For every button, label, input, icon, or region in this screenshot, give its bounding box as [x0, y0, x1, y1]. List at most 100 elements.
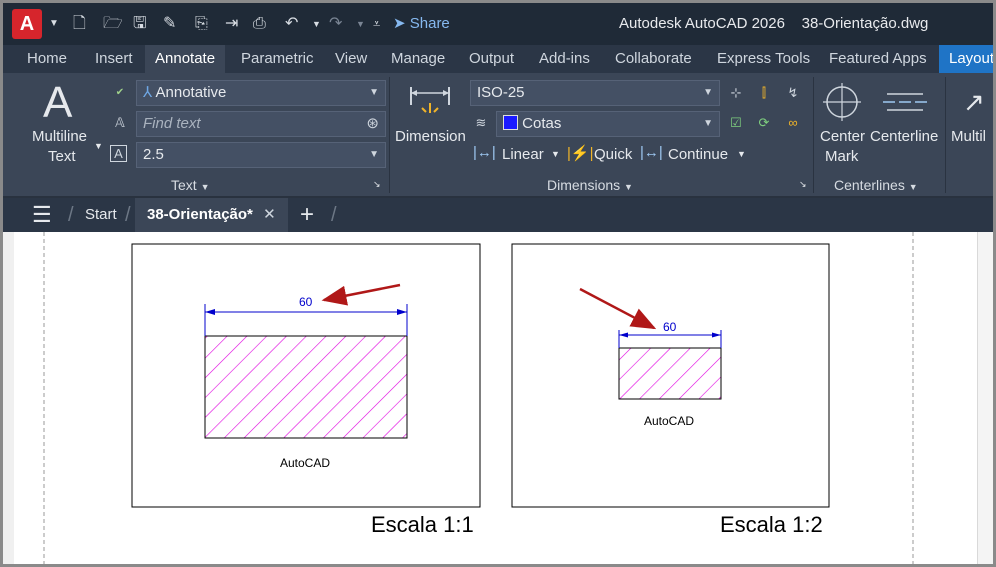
text-style-select[interactable]: ⅄ Annotative ▼ — [136, 80, 386, 106]
scale-caption-right: Escala 1:2 — [720, 512, 823, 537]
new-tab-plus-icon[interactable]: + — [300, 198, 314, 232]
new-file-icon[interactable]: 🗋 — [73, 14, 86, 34]
autocad-logo-button[interactable]: A — [12, 9, 42, 39]
multileader-icon: ↗ — [963, 87, 985, 117]
redo-dropdown-icon[interactable]: ▼ — [356, 14, 365, 34]
undo-dropdown-icon[interactable]: ▼ — [312, 14, 321, 34]
dimension-layer-select[interactable]: Cotas ▼ — [496, 111, 720, 137]
panel-expand-icon: ▼ — [624, 182, 633, 192]
share-button[interactable]: ➤ Share — [393, 14, 450, 34]
break-icon[interactable]: ⊹ — [726, 83, 746, 103]
share-drawing-icon[interactable]: ⎘ — [195, 14, 208, 34]
panel-divider — [813, 77, 814, 193]
close-icon[interactable]: ✕ — [263, 206, 276, 223]
ribbon-panel-area: A Multiline Text ▼ ✔ 𝔸 A ⅄ Annotative ▼ … — [3, 73, 993, 197]
drawing-text-right: AutoCAD — [644, 414, 695, 428]
tab-manage[interactable]: Manage — [391, 45, 445, 73]
drawing-text-left: AutoCAD — [280, 456, 331, 470]
tab-parametric[interactable]: Parametric — [241, 45, 314, 73]
center-mark-label-line1: Center — [820, 128, 866, 145]
tab-annotate[interactable]: Annotate — [145, 45, 226, 73]
customize-toolbar-icon[interactable]: ⩡ — [373, 14, 380, 34]
tab-view[interactable]: View — [335, 45, 367, 73]
panel-divider — [945, 77, 946, 193]
inspect-icon[interactable]: ☑ — [726, 113, 746, 133]
dimension-arrowhead — [397, 309, 407, 315]
red-pointer-arrow-left — [321, 283, 401, 306]
scale-caption-left: Escala 1:1 — [371, 512, 474, 537]
jogged-linear-icon[interactable]: ↯ — [783, 83, 803, 103]
layout-paper-sheet: 60 AutoCAD Escala 1:1 60 AutoCAD Escala … — [14, 232, 977, 564]
open-folder-icon[interactable]: 🗁 — [103, 14, 123, 34]
dimension-text-left: 60 — [299, 295, 313, 309]
save-as-icon[interactable]: ✎ — [163, 14, 176, 34]
hatched-rectangle-right — [618, 347, 722, 400]
file-tab-active[interactable]: 38-Orientação* ✕ — [135, 198, 288, 232]
dimension-style-select[interactable]: ISO-25 ▼ — [470, 80, 720, 106]
hamburger-menu-icon[interactable]: ☰ — [32, 198, 52, 232]
dimension-icon — [410, 87, 450, 113]
document-name: 38-Orientação.dwg — [801, 15, 929, 32]
file-tab-start[interactable]: Start — [85, 198, 117, 232]
save-icon[interactable]: 🖫 — [133, 14, 147, 34]
text-settings-launcher-icon[interactable]: ↘ — [373, 179, 381, 190]
text-panel-title-label: Text — [171, 177, 197, 193]
tab-featured-apps[interactable]: Featured Apps — [829, 45, 927, 73]
send-icon: ➤ — [393, 15, 406, 32]
chevron-down-icon: ▼ — [703, 118, 713, 129]
multiline-label-line2: Text — [48, 148, 76, 165]
panel-expand-icon: ▼ — [908, 182, 918, 192]
linear-dimension-icon: |↔| — [473, 144, 496, 161]
find-text-input[interactable]: Find text ⊛ — [136, 111, 386, 137]
tab-add-ins[interactable]: Add-ins — [539, 45, 590, 73]
tab-insert[interactable]: Insert — [95, 45, 133, 73]
tab-output[interactable]: Output — [469, 45, 514, 73]
tab-express-tools[interactable]: Express Tools — [717, 45, 810, 73]
text-style-value: Annotative — [155, 84, 227, 101]
centerline-label: Centerline — [870, 128, 939, 145]
text-height-select[interactable]: 2.5 ▼ — [136, 142, 386, 168]
dimensions-panel-title[interactable]: Dimensions ▼ — [547, 177, 633, 193]
reassociate-icon[interactable]: ∞ — [783, 113, 803, 133]
share-label: Share — [409, 15, 450, 32]
text-a-icon: A — [43, 78, 73, 127]
vertical-scrollbar[interactable] — [977, 232, 993, 564]
dimensions-panel-title-label: Dimensions — [547, 177, 621, 193]
file-tab-bar: ☰ / Start / 38-Orientação* ✕ + / — [3, 198, 993, 232]
import-icon[interactable]: ⇥ — [225, 14, 238, 34]
dimension-text-right: 60 — [663, 320, 677, 334]
spell-check-icon[interactable]: ✔ — [110, 83, 130, 103]
centerlines-panel-title-label: Centerlines — [834, 177, 905, 193]
dimension-settings-launcher-icon[interactable]: ↘ — [799, 179, 807, 190]
panel-divider — [389, 77, 390, 193]
chevron-down-icon: ▼ — [703, 87, 713, 98]
title-bar: A ▼ 🗋 🗁 🖫 ✎ ⎘ ⇥ ⎙ ↶ ▼ ↷ ▼ ⩡ ➤ Share Auto… — [3, 3, 993, 45]
dimension-arrowhead — [619, 332, 628, 338]
multileader-label: Multil — [951, 128, 987, 145]
centerlines-panel-title[interactable]: Centerlines ▼ — [834, 177, 918, 193]
centerline-icon — [883, 93, 927, 111]
plot-printer-icon[interactable]: ⎙ — [253, 14, 266, 34]
app-menu-chevron-icon[interactable]: ▼ — [49, 14, 59, 34]
undo-icon[interactable]: ↶ — [285, 14, 298, 34]
text-panel-title[interactable]: Text ▼ — [171, 177, 210, 193]
dimension-layer-value: Cotas — [522, 115, 562, 132]
redo-icon[interactable]: ↷ — [329, 14, 342, 34]
text-height-icon[interactable]: A — [110, 145, 127, 162]
find-replace-icon[interactable]: 𝔸 — [110, 113, 130, 133]
drawing-svg — [43, 232, 914, 564]
tab-home[interactable]: Home — [27, 45, 67, 73]
tab-layout[interactable]: Layout — [939, 45, 993, 73]
search-icon[interactable]: ⊛ — [366, 112, 379, 136]
dimension-label: Dimension — [395, 128, 466, 145]
drawing-canvas[interactable]: 60 AutoCAD Escala 1:1 60 AutoCAD Escala … — [3, 232, 993, 564]
update-icon[interactable]: ⟳ — [754, 113, 774, 133]
adjust-space-icon[interactable]: ⫿ — [754, 83, 774, 103]
layer-color-swatch — [503, 115, 518, 130]
tab-collaborate[interactable]: Collaborate — [615, 45, 692, 73]
multiline-dropdown-icon: ▼ — [94, 141, 103, 151]
tab-separator: / — [125, 204, 131, 226]
tab-separator: / — [331, 204, 337, 226]
quick-dimension-icon: |⚡| — [567, 145, 594, 162]
ribbon-tab-bar: Home Insert Annotate Parametric View Man… — [3, 45, 993, 73]
